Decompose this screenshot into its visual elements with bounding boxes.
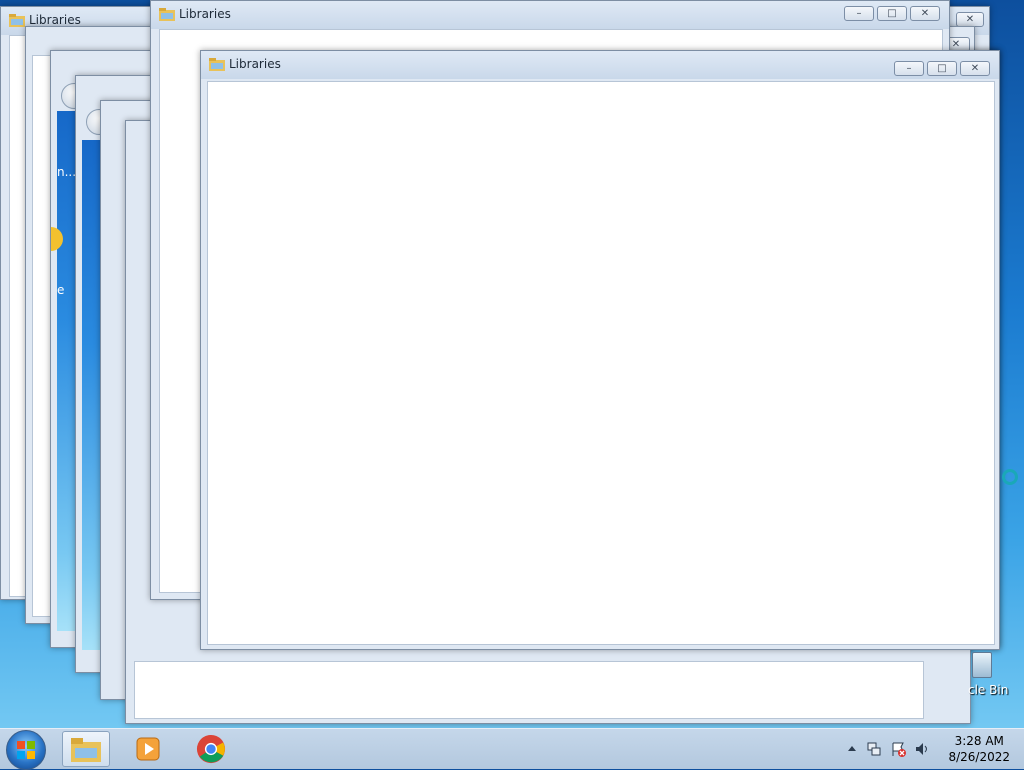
libraries-folder-icon <box>209 58 225 71</box>
taskbar-chrome-button[interactable] <box>188 731 236 767</box>
clock-date: 8/26/2022 <box>948 750 1010 764</box>
window-client <box>134 661 924 719</box>
windows-media-player-icon <box>136 737 160 761</box>
windows-explorer-icon <box>71 738 101 762</box>
system-clock[interactable]: 3:28 AM 8/26/2022 <box>948 733 1010 765</box>
volume-icon[interactable] <box>914 741 930 757</box>
show-hidden-icons-icon[interactable] <box>844 741 860 757</box>
busy-cursor-icon <box>1002 469 1018 485</box>
minimize-button[interactable]: – <box>894 61 924 76</box>
taskbar-media-player-button[interactable] <box>124 731 172 767</box>
window-client <box>207 81 995 645</box>
window-preview-area <box>82 140 102 650</box>
maximize-button[interactable]: □ <box>877 6 907 21</box>
desktop: Libraries ✕ ✕ n... e Libraries – □ ✕ Lib… <box>0 0 1024 728</box>
minimize-button[interactable]: – <box>844 6 874 21</box>
libraries-folder-icon <box>159 8 175 21</box>
google-chrome-icon <box>196 734 226 764</box>
network-icon[interactable] <box>866 741 882 757</box>
close-button[interactable]: ✕ <box>960 61 990 76</box>
start-button[interactable] <box>6 730 46 770</box>
window-title: Libraries <box>29 13 81 27</box>
window-title: Libraries <box>179 7 231 21</box>
windows-logo-icon <box>17 741 35 759</box>
taskbar: 3:28 AM 8/26/2022 <box>0 728 1024 770</box>
title-bar[interactable]: Libraries – □ ✕ <box>201 51 999 79</box>
clock-time: 3:28 AM <box>954 734 1004 748</box>
fragment-text: e <box>57 283 65 297</box>
libraries-folder-icon <box>9 14 25 27</box>
maximize-button[interactable]: □ <box>927 61 957 76</box>
recycle-bin-icon[interactable] <box>972 652 992 678</box>
title-bar[interactable]: Libraries – □ ✕ <box>151 1 949 29</box>
close-button[interactable]: ✕ <box>910 6 940 21</box>
fragment-text: n... <box>57 165 77 179</box>
action-center-icon[interactable] <box>890 741 906 757</box>
window-title: Libraries <box>229 57 281 71</box>
close-button[interactable]: ✕ <box>956 12 984 27</box>
window-libraries-front[interactable]: Libraries – □ ✕ <box>200 50 1000 650</box>
recycle-bin-label[interactable]: cle Bin <box>968 683 1008 697</box>
taskbar-explorer-button[interactable] <box>62 731 110 767</box>
